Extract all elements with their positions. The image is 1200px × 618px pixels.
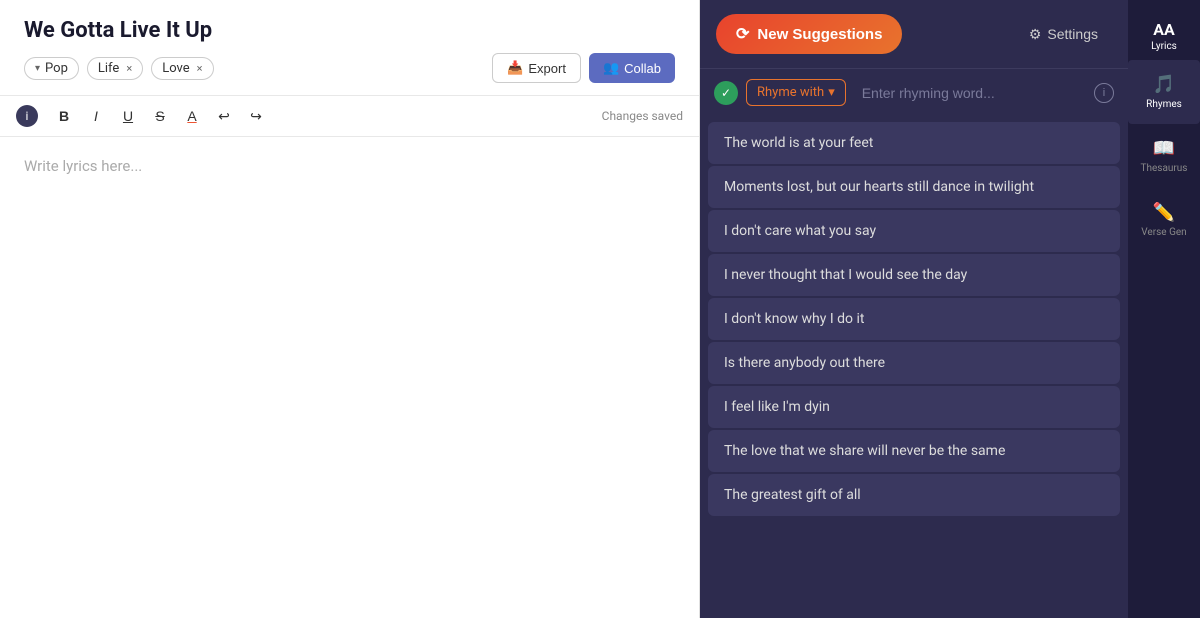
rhyme-word-input[interactable] xyxy=(854,80,1086,106)
strikethrough-button[interactable]: S xyxy=(146,102,174,130)
underline-button[interactable]: U xyxy=(114,102,142,130)
tag-life[interactable]: Life × xyxy=(87,57,143,80)
tag-love[interactable]: Love × xyxy=(151,57,213,80)
undo-button[interactable]: ↩ xyxy=(210,102,238,130)
shuffle-icon: ⟳ xyxy=(736,24,749,44)
settings-label: Settings xyxy=(1047,26,1098,42)
right-header: ⟳ New Suggestions ⚙ Settings xyxy=(700,0,1128,69)
rhymes-label: Rhymes xyxy=(1146,99,1182,110)
sidebar-item-rhymes[interactable]: 🎵 Rhymes xyxy=(1128,60,1200,124)
lyrics-aa-icon: AA xyxy=(1153,20,1175,39)
italic-button[interactable]: I xyxy=(82,102,110,130)
side-nav: AA Lyrics 🎵 Rhymes 📖 Thesaurus ✏️ Verse … xyxy=(1128,0,1200,618)
right-panel: ⟳ New Suggestions ⚙ Settings ✓ Rhyme wit… xyxy=(700,0,1128,618)
tag-pop[interactable]: ▾ Pop xyxy=(24,57,79,80)
verse-gen-label: Verse Gen xyxy=(1141,227,1186,238)
rhyme-info-icon[interactable]: i xyxy=(1094,83,1114,103)
left-panel: We Gotta Live It Up ▾ Pop Life × Love × … xyxy=(0,0,700,618)
collab-label: Collab xyxy=(624,61,661,76)
export-button[interactable]: 📥 Export xyxy=(492,53,581,83)
list-item[interactable]: The world is at your feet xyxy=(708,122,1120,164)
new-suggestions-label: New Suggestions xyxy=(757,26,882,43)
editor-toolbar: i B I U S A ↩ ↪ Changes saved xyxy=(0,95,699,137)
rhyme-select-label: Rhyme with xyxy=(757,85,824,100)
chevron-down-icon: ▾ xyxy=(35,63,40,74)
verse-gen-icon: ✏️ xyxy=(1153,202,1175,223)
rhyme-filter-row: ✓ Rhyme with ▾ i xyxy=(700,69,1128,116)
sidebar-item-lyrics[interactable]: AA Lyrics xyxy=(1128,10,1200,60)
info-icon[interactable]: i xyxy=(16,105,38,127)
settings-button[interactable]: ⚙ Settings xyxy=(1015,18,1112,51)
rhymes-icon: 🎵 xyxy=(1153,74,1175,95)
song-title: We Gotta Live It Up xyxy=(0,0,699,53)
check-icon: ✓ xyxy=(714,81,738,105)
redo-button[interactable]: ↪ xyxy=(242,102,270,130)
list-item[interactable]: I don't care what you say xyxy=(708,210,1120,252)
list-item[interactable]: The greatest gift of all xyxy=(708,474,1120,516)
export-icon: 📥 xyxy=(507,60,523,76)
action-buttons: 📥 Export 👥 Collab xyxy=(492,53,675,83)
lyrics-label: Lyrics xyxy=(1151,41,1177,52)
list-item[interactable]: Is there anybody out there xyxy=(708,342,1120,384)
sidebar-item-verse-gen[interactable]: ✏️ Verse Gen xyxy=(1128,188,1200,252)
tags-row: ▾ Pop Life × Love × 📥 Export 👥 Col xyxy=(0,53,699,95)
editor-area[interactable]: Write lyrics here... xyxy=(0,137,699,618)
save-status: Changes saved xyxy=(602,109,683,123)
gear-icon: ⚙ xyxy=(1029,26,1042,43)
rhyme-select-chevron: ▾ xyxy=(828,85,835,100)
text-color-button[interactable]: A xyxy=(178,102,206,130)
tag-love-remove-icon[interactable]: × xyxy=(197,62,203,75)
editor-placeholder: Write lyrics here... xyxy=(24,157,142,175)
collab-icon: 👥 xyxy=(603,60,619,76)
list-item[interactable]: The love that we share will never be the… xyxy=(708,430,1120,472)
tag-love-label: Love xyxy=(162,61,189,76)
sidebar-item-thesaurus[interactable]: 📖 Thesaurus xyxy=(1128,124,1200,188)
export-label: Export xyxy=(528,61,566,76)
thesaurus-label: Thesaurus xyxy=(1141,163,1188,174)
list-item[interactable]: I don't know why I do it xyxy=(708,298,1120,340)
bold-button[interactable]: B xyxy=(50,102,78,130)
tag-pop-label: Pop xyxy=(45,61,68,76)
tag-life-label: Life xyxy=(98,61,119,76)
suggestions-list: The world is at your feetMoments lost, b… xyxy=(700,116,1128,618)
collab-button[interactable]: 👥 Collab xyxy=(589,53,675,83)
list-item[interactable]: I never thought that I would see the day xyxy=(708,254,1120,296)
list-item[interactable]: I feel like I'm dyin xyxy=(708,386,1120,428)
tag-life-remove-icon[interactable]: × xyxy=(126,62,132,75)
thesaurus-icon: 📖 xyxy=(1153,138,1175,159)
new-suggestions-button[interactable]: ⟳ New Suggestions xyxy=(716,14,902,54)
list-item[interactable]: Moments lost, but our hearts still dance… xyxy=(708,166,1120,208)
rhyme-type-select[interactable]: Rhyme with ▾ xyxy=(746,79,846,106)
